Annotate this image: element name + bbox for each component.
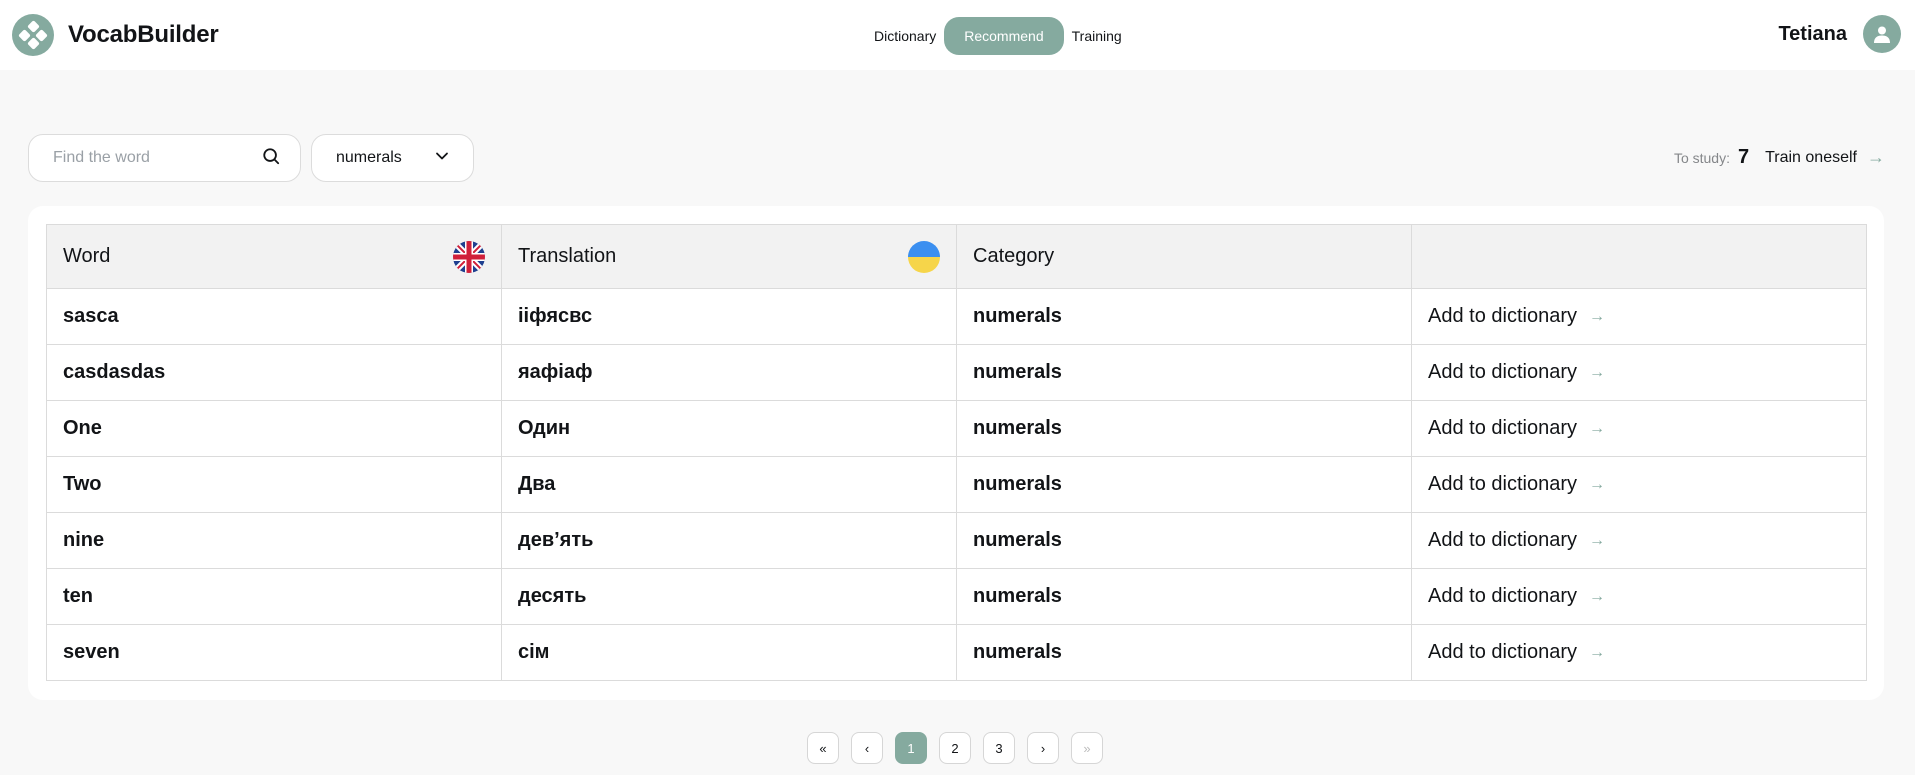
table-row: nine дев’ять numerals Add to dictionary … [46,512,1867,569]
pagination: « ‹ 1 2 3 › » [807,732,1103,764]
action-cell: Add to dictionary → [1411,456,1867,513]
word-cell: Two [46,456,502,513]
category-cell: numerals [956,624,1412,681]
translation-cell: Один [501,400,957,457]
word-cell: sasca [46,288,502,345]
action-cell: Add to dictionary → [1411,288,1867,345]
page-button-1[interactable]: 1 [895,732,927,764]
header-translation: Translation [501,224,957,289]
app-name: VocabBuilder [68,21,219,48]
words-table: Word Translation Category sasca iiфясвс … [46,224,1867,681]
arrow-right-icon: → [1588,307,1605,325]
page-button-2[interactable]: 2 [939,732,971,764]
add-to-dictionary-button[interactable]: Add to dictionary → [1428,529,1850,552]
first-page-button[interactable]: « [807,732,839,764]
logo-icon [12,14,54,56]
add-to-dictionary-label: Add to dictionary [1428,417,1577,439]
word-cell: seven [46,624,502,681]
category-cell: numerals [956,288,1412,345]
table-row: casdasdas яафіаф numerals Add to diction… [46,344,1867,401]
logo[interactable]: VocabBuilder [12,14,219,56]
word-cell: casdasdas [46,344,502,401]
to-study-label: To study: [1673,149,1730,166]
add-to-dictionary-label: Add to dictionary [1428,361,1577,383]
category-select[interactable]: numerals [311,134,474,182]
words-table-card: Word Translation Category sasca iiфясвс … [28,206,1884,700]
arrow-right-icon: → [1588,643,1605,661]
table-row: seven сім numerals Add to dictionary → [46,624,1867,681]
translation-cell: сім [501,624,957,681]
add-to-dictionary-label: Add to dictionary [1428,641,1577,663]
arrow-right-icon: → [1588,475,1605,493]
table-row: sasca iiфясвс numerals Add to dictionary… [46,288,1867,345]
add-to-dictionary-button[interactable]: Add to dictionary → [1428,361,1850,384]
prev-page-button[interactable]: ‹ [851,732,883,764]
arrow-right-icon: → [1588,587,1605,605]
study-panel: To study: 7 Train oneself → [1674,146,1885,169]
page-button-3[interactable]: 3 [983,732,1015,764]
header-translation-label: Translation [518,245,617,267]
add-to-dictionary-label: Add to dictionary [1428,529,1577,551]
word-cell: nine [46,512,502,569]
user-name: Tetiana [1778,22,1847,45]
train-oneself-link[interactable]: Train oneself → [1765,147,1885,168]
action-cell: Add to dictionary → [1411,400,1867,457]
word-cell: ten [46,568,502,625]
nav-dictionary[interactable]: Dictionary [866,17,944,55]
table-row: One Один numerals Add to dictionary → [46,400,1867,457]
category-cell: numerals [956,456,1412,513]
last-page-button[interactable]: » [1071,732,1103,764]
arrow-right-icon: → [1588,419,1605,437]
translation-cell: яафіаф [501,344,957,401]
to-study-count: 7 [1737,146,1750,168]
add-to-dictionary-label: Add to dictionary [1428,305,1577,327]
action-cell: Add to dictionary → [1411,568,1867,625]
arrow-right-icon: → [1588,363,1605,381]
user-menu[interactable]: Tetiana [1778,15,1901,53]
table-header-row: Word Translation Category [46,224,1867,289]
add-to-dictionary-button[interactable]: Add to dictionary → [1428,305,1850,328]
nav-recommend[interactable]: Recommend [944,17,1064,55]
ukraine-flag-icon [908,241,940,273]
header-word-label: Word [63,245,111,267]
translation-cell: дев’ять [501,512,957,569]
table-row: Two Два numerals Add to dictionary → [46,456,1867,513]
category-value: numerals [336,149,402,166]
top-header: VocabBuilder Dictionary Recommend Traini… [0,0,1915,70]
category-cell: numerals [956,400,1412,457]
header-word: Word [46,224,502,289]
main-nav: Dictionary Recommend Training [866,17,1130,55]
add-to-dictionary-button[interactable]: Add to dictionary → [1428,417,1850,440]
user-icon[interactable] [1863,15,1901,53]
arrow-right-icon: → [1867,147,1885,167]
arrow-right-icon: → [1588,531,1605,549]
add-to-dictionary-button[interactable]: Add to dictionary → [1428,585,1850,608]
add-to-dictionary-label: Add to dictionary [1428,473,1577,495]
header-actions [1411,224,1867,289]
add-to-dictionary-label: Add to dictionary [1428,585,1577,607]
action-cell: Add to dictionary → [1411,344,1867,401]
chevron-down-icon [435,149,449,168]
header-category: Category [956,224,1412,289]
uk-flag-icon [453,241,485,273]
word-cell: One [46,400,502,457]
table-row: ten десять numerals Add to dictionary → [46,568,1867,625]
translation-cell: десять [501,568,957,625]
search-icon[interactable] [262,147,280,170]
search-field[interactable] [28,134,301,182]
translation-cell: iiфясвс [501,288,957,345]
train-oneself-label: Train oneself [1765,148,1857,166]
category-cell: numerals [956,512,1412,569]
action-cell: Add to dictionary → [1411,624,1867,681]
search-input[interactable] [53,149,262,167]
nav-training[interactable]: Training [1064,17,1130,55]
translation-cell: Два [501,456,957,513]
action-cell: Add to dictionary → [1411,512,1867,569]
category-cell: numerals [956,344,1412,401]
add-to-dictionary-button[interactable]: Add to dictionary → [1428,473,1850,496]
category-cell: numerals [956,568,1412,625]
add-to-dictionary-button[interactable]: Add to dictionary → [1428,641,1850,664]
next-page-button[interactable]: › [1027,732,1059,764]
